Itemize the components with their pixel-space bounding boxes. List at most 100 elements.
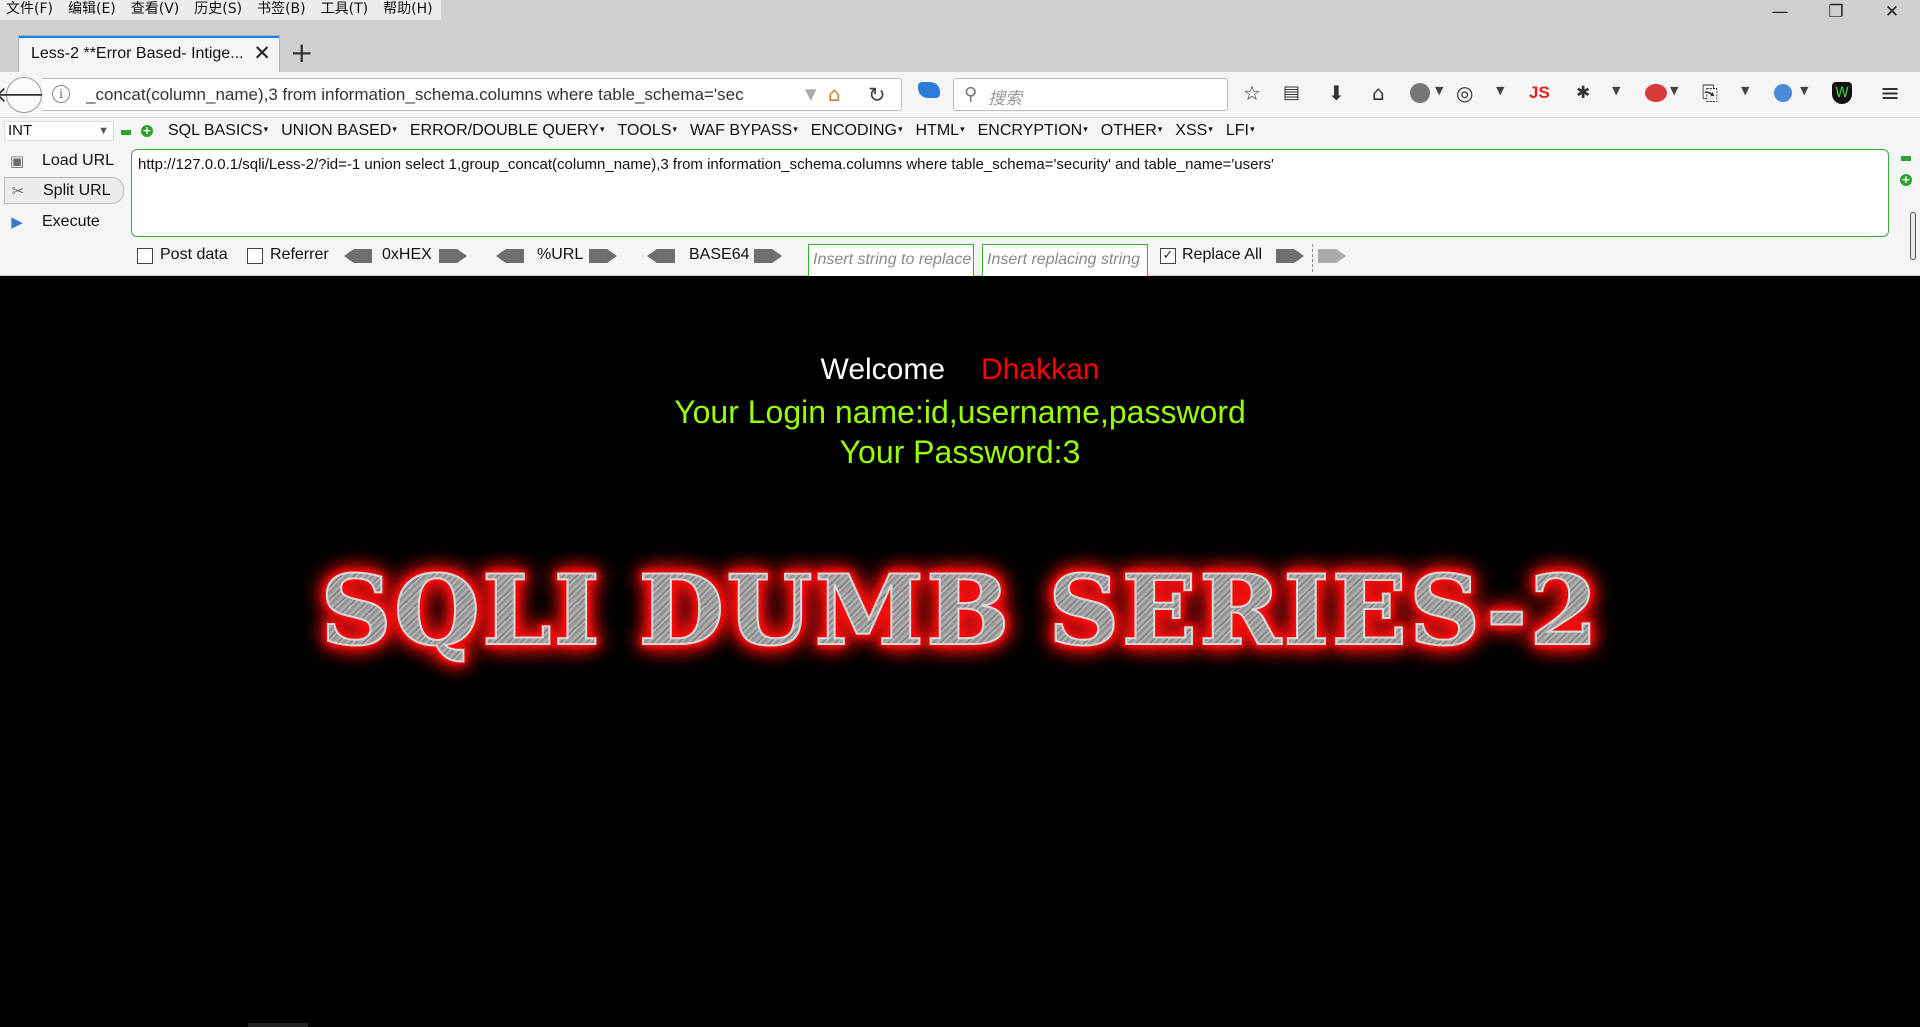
- shield-green-icon[interactable]: W: [1832, 82, 1852, 104]
- minus-icon[interactable]: [121, 130, 131, 135]
- welcome-name: Dhakkan: [981, 353, 1100, 386]
- title-banner: SQLI DUMB SERIES-2: [0, 546, 1920, 676]
- plus-icon[interactable]: +: [141, 125, 153, 137]
- new-tab-button[interactable]: +: [290, 39, 313, 67]
- replace-next-arrow-icon[interactable]: [1318, 249, 1346, 263]
- menu-encryption[interactable]: ENCRYPTION: [978, 120, 1088, 143]
- tab-close-icon[interactable]: ✕: [253, 41, 271, 65]
- tab-accent: [19, 36, 279, 38]
- type-select[interactable]: INT ▼: [4, 121, 114, 141]
- base64-decode-arrow-icon[interactable]: [647, 249, 675, 263]
- menu-icon[interactable]: ≡: [1880, 81, 1900, 105]
- shrink-icon[interactable]: [1901, 156, 1911, 161]
- back-button[interactable]: 🡐: [0, 77, 54, 113]
- menu-waf-bypass[interactable]: WAF BYPASS: [690, 120, 798, 143]
- chevron-down-icon: ▼: [98, 125, 109, 137]
- scissors-icon: ✂: [11, 181, 25, 200]
- welcome-text: Welcome: [820, 353, 946, 386]
- reload-icon[interactable]: ↻: [868, 83, 886, 107]
- referrer-label: Referrer: [270, 246, 329, 263]
- navigation-toolbar: 🡐 i _concat(column_name),3 from informat…: [0, 72, 1920, 118]
- url-history-dropdown-icon[interactable]: ▼: [805, 85, 817, 103]
- tab-title: Less-2 **Error Based- Intige...: [31, 45, 244, 62]
- js-icon[interactable]: JS: [1529, 81, 1550, 105]
- menu-other[interactable]: OTHER: [1101, 120, 1163, 143]
- screenshot-icon[interactable]: ⎘: [1702, 81, 1718, 105]
- translate-dropdown-icon[interactable]: ▼: [1800, 84, 1808, 97]
- menu-tools-hb[interactable]: TOOLS: [617, 120, 676, 143]
- base64-encode-arrow-icon[interactable]: [754, 249, 782, 263]
- menu-file[interactable]: 文件(F): [6, 0, 53, 20]
- execute-button[interactable]: ▶ Execute: [4, 208, 124, 235]
- globe-dropdown-icon[interactable]: ▼: [1435, 84, 1443, 97]
- search-bar[interactable]: ⚲ 搜索: [953, 78, 1228, 111]
- menu-edit[interactable]: 编辑(E): [68, 0, 116, 20]
- replace-all-checkbox[interactable]: ✓: [1160, 248, 1176, 264]
- scrollbar[interactable]: [1908, 204, 1918, 270]
- menu-xss[interactable]: XSS: [1175, 120, 1213, 143]
- hackbar-menu: SQL BASICS UNION BASED ERROR/DOUBLE QUER…: [168, 120, 1267, 143]
- hackbar-options: Post data Referrer 0xHEX %URL BASE64 Ins…: [134, 244, 1694, 278]
- globe-icon[interactable]: [1410, 83, 1430, 103]
- url-encode-label: %URL: [537, 246, 584, 263]
- tab-active[interactable]: Less-2 **Error Based- Intige... ✕: [18, 35, 280, 72]
- scrollbar-thumb[interactable]: [1910, 212, 1916, 260]
- post-data-checkbox[interactable]: [137, 248, 153, 264]
- menu-tools[interactable]: 工具(T): [321, 0, 368, 20]
- menu-error-double-query[interactable]: ERROR/DOUBLE QUERY: [410, 120, 605, 143]
- bug-dropdown-icon[interactable]: ▼: [1612, 84, 1620, 97]
- menu-lfi[interactable]: LFI: [1226, 120, 1255, 143]
- hackbar-url-textarea[interactable]: http://127.0.0.1/sqli/Less-2/?id=-1 unio…: [131, 149, 1889, 237]
- menu-union-based[interactable]: UNION BASED: [281, 120, 397, 143]
- url-bar[interactable]: i _concat(column_name),3 from informatio…: [42, 78, 902, 111]
- shield-red-dropdown-icon[interactable]: ▼: [1670, 84, 1678, 97]
- screenshot-dropdown-icon[interactable]: ▼: [1741, 84, 1749, 97]
- load-url-label: Load URL: [42, 151, 115, 169]
- tab-strip: Less-2 **Error Based- Intige... ✕ +: [0, 20, 1920, 72]
- menu-sql-basics[interactable]: SQL BASICS: [168, 120, 268, 143]
- menu-items: 文件(F) 编辑(E) 查看(V) 历史(S) 书签(B) 工具(T) 帮助(H…: [0, 0, 441, 20]
- menu-bookmarks[interactable]: 书签(B): [257, 0, 306, 20]
- bird-extension-icon[interactable]: [918, 82, 940, 98]
- menu-html[interactable]: HTML: [916, 120, 965, 143]
- home-icon[interactable]: ⌂: [1372, 81, 1385, 105]
- replace-string-input[interactable]: Insert string to replace: [808, 244, 974, 278]
- url-text[interactable]: _concat(column_name),3 from information_…: [86, 85, 838, 105]
- status-bar-fragment: [248, 1023, 308, 1027]
- palette-icon[interactable]: ◎: [1456, 81, 1473, 105]
- home-page-icon[interactable]: ⌂: [828, 82, 841, 106]
- translate-icon[interactable]: [1774, 84, 1792, 102]
- replacing-string-input[interactable]: Insert replacing string: [982, 244, 1148, 278]
- bug-icon[interactable]: ✱: [1576, 81, 1590, 105]
- menu-view[interactable]: 查看(V): [131, 0, 180, 20]
- play-icon: ▶: [11, 212, 23, 231]
- post-data-label: Post data: [160, 246, 228, 263]
- url-decode-arrow-icon[interactable]: [496, 249, 524, 263]
- login-name-text: Your Login name:id,username,password: [674, 394, 1246, 430]
- shield-red-icon[interactable]: [1645, 84, 1667, 102]
- download-icon[interactable]: ⬇: [1328, 81, 1345, 105]
- referrer-checkbox[interactable]: [247, 248, 263, 264]
- menu-help[interactable]: 帮助(H): [383, 0, 432, 20]
- hex-decode-arrow-icon[interactable]: [344, 249, 372, 263]
- replace-arrow-icon[interactable]: [1276, 249, 1304, 263]
- reading-list-icon[interactable]: ▤: [1283, 81, 1300, 105]
- star-icon[interactable]: ☆: [1243, 81, 1261, 105]
- replace-all-label: Replace All: [1182, 246, 1263, 263]
- url-encode-arrow-icon[interactable]: [589, 249, 617, 263]
- info-icon[interactable]: i: [52, 85, 70, 103]
- expand-icon[interactable]: +: [1900, 174, 1912, 186]
- palette-dropdown-icon[interactable]: ▼: [1496, 84, 1504, 97]
- menu-history[interactable]: 历史(S): [194, 0, 242, 20]
- load-url-button[interactable]: ▣ Load URL: [4, 147, 124, 174]
- execute-label: Execute: [42, 212, 100, 230]
- split-url-button[interactable]: ✂ Split URL: [4, 177, 124, 204]
- menu-encoding[interactable]: ENCODING: [811, 120, 903, 143]
- password-text: Your Password:3: [839, 434, 1081, 470]
- search-icon: ⚲: [964, 84, 978, 105]
- banner-title: SQLI DUMB SERIES-2: [319, 546, 1600, 676]
- type-select-value: INT: [8, 122, 33, 139]
- load-url-icon: ▣: [9, 151, 25, 170]
- hex-encode-arrow-icon[interactable]: [439, 249, 467, 263]
- search-placeholder: 搜索: [988, 89, 1022, 109]
